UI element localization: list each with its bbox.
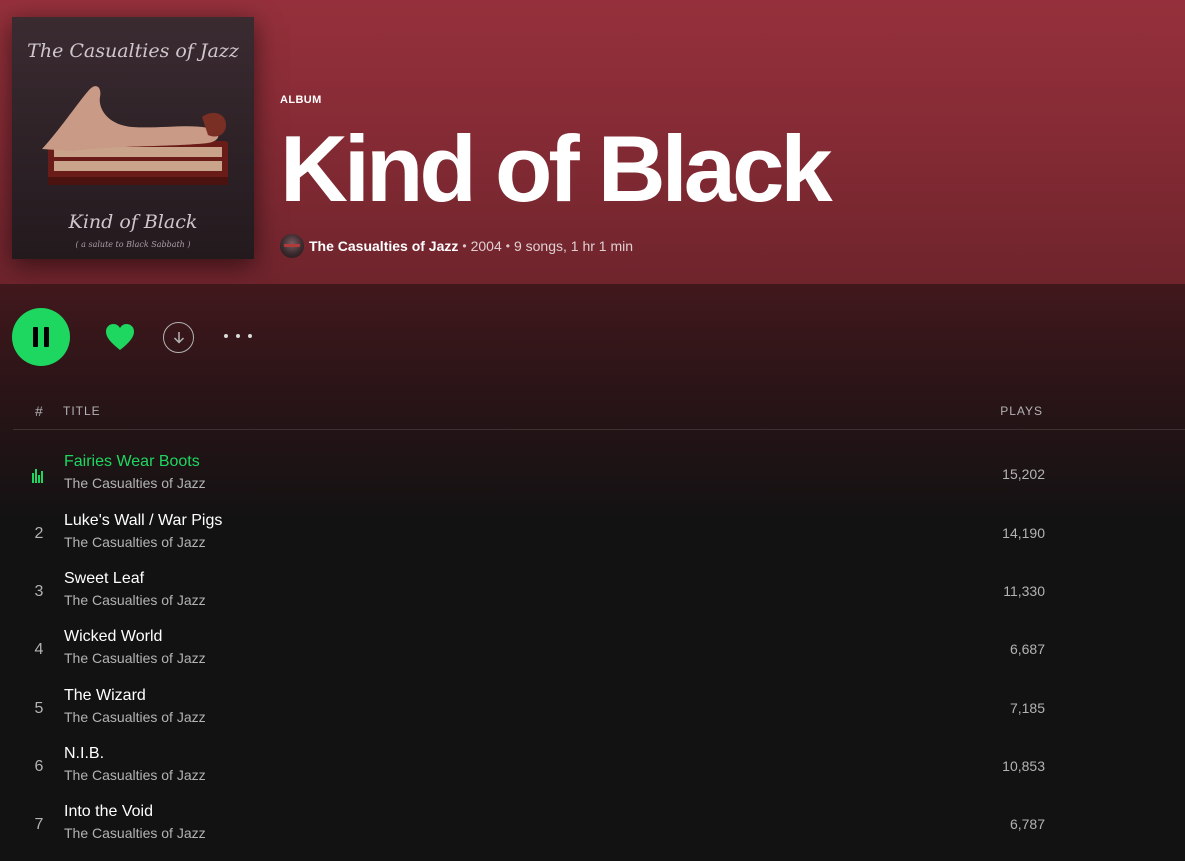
track-number: 6 (34, 758, 44, 775)
track-number: 7 (34, 816, 44, 833)
album-cover[interactable]: The Casualties of Jazz Kind of Black ( a… (12, 17, 254, 259)
track-row[interactable]: 5 The Wizard The Casualties of Jazz 7,18… (13, 682, 1185, 738)
download-button[interactable] (163, 322, 194, 353)
track-row[interactable]: 2 Luke's Wall / War Pigs The Casualties … (13, 507, 1185, 563)
track-plays: 7,185 (1009, 700, 1045, 716)
track-title[interactable]: Wicked World (64, 628, 162, 646)
like-button[interactable] (104, 322, 136, 352)
svg-text:The Casualties of Jazz: The Casualties of Jazz (27, 40, 240, 62)
track-number: 5 (34, 700, 44, 717)
heart-filled-icon (106, 324, 134, 350)
separator-dot: • (505, 239, 510, 253)
album-page: The Casualties of Jazz Kind of Black ( a… (0, 0, 1185, 861)
track-number: 2 (34, 525, 44, 542)
artist-link[interactable]: The Casualties of Jazz (309, 238, 458, 254)
track-artist[interactable]: The Casualties of Jazz (64, 825, 206, 841)
track-row[interactable]: Fairies Wear Boots The Casualties of Jaz… (13, 448, 1185, 504)
more-options-button[interactable] (222, 325, 254, 347)
column-plays-header[interactable]: PLAYS (1000, 404, 1043, 418)
pause-icon-bar (44, 327, 49, 347)
track-artist[interactable]: The Casualties of Jazz (64, 709, 206, 725)
more-options-dot (248, 334, 252, 338)
track-number: 4 (34, 641, 44, 658)
album-meta: ALBUM Kind of Black The Casualties of Ja… (280, 94, 833, 258)
release-year: 2004 (470, 238, 502, 254)
download-icon (173, 331, 184, 344)
column-title-header[interactable]: TITLE (63, 404, 101, 418)
track-artist[interactable]: The Casualties of Jazz (64, 534, 206, 550)
album-title: Kind of Black (280, 116, 833, 221)
album-type-label: ALBUM (280, 94, 322, 106)
track-title[interactable]: The Wizard (64, 687, 146, 705)
album-byline: The Casualties of Jazz • 2004 • 9 songs,… (280, 234, 633, 258)
now-playing-equalizer-icon (32, 469, 46, 483)
album-cover-art: The Casualties of Jazz Kind of Black ( a… (12, 17, 254, 259)
track-title[interactable]: Into the Void (64, 803, 153, 821)
pause-button[interactable] (12, 308, 70, 366)
track-plays: 6,787 (1009, 816, 1045, 832)
column-number-header: # (35, 403, 43, 419)
track-plays: 11,330 (1003, 583, 1045, 599)
svg-text:( a salute to Black Sabbath ): ( a salute to Black Sabbath ) (76, 240, 191, 249)
tracklist-header: # TITLE PLAYS (13, 400, 1185, 430)
track-plays: 14,190 (1002, 525, 1045, 541)
separator-dot: • (462, 239, 467, 253)
track-number: 3 (34, 583, 44, 600)
album-summary: 9 songs, 1 hr 1 min (513, 238, 634, 254)
track-row[interactable]: 3 Sweet Leaf The Casualties of Jazz 11,3… (13, 565, 1185, 621)
track-plays: 10,853 (1002, 758, 1045, 774)
track-artist[interactable]: The Casualties of Jazz (64, 592, 206, 608)
track-artist[interactable]: The Casualties of Jazz (64, 650, 206, 666)
artist-avatar[interactable] (280, 234, 304, 258)
track-plays: 15,202 (1002, 466, 1045, 482)
more-options-icon (224, 334, 228, 338)
pause-icon (33, 327, 38, 347)
track-artist[interactable]: The Casualties of Jazz (64, 475, 206, 491)
svg-text:Kind of Black: Kind of Black (68, 211, 198, 233)
track-title[interactable]: Fairies Wear Boots (64, 453, 200, 471)
track-title[interactable]: N.I.B. (64, 745, 104, 763)
track-plays: 6,687 (1009, 641, 1045, 657)
track-row[interactable]: 6 N.I.B. The Casualties of Jazz 10,853 (13, 740, 1185, 796)
track-artist[interactable]: The Casualties of Jazz (64, 767, 206, 783)
track-title[interactable]: Sweet Leaf (64, 570, 144, 588)
track-row[interactable]: 7 Into the Void The Casualties of Jazz 6… (13, 798, 1185, 854)
more-options-dot (236, 334, 240, 338)
track-title[interactable]: Luke's Wall / War Pigs (64, 512, 222, 530)
track-row[interactable]: 4 Wicked World The Casualties of Jazz 6,… (13, 623, 1185, 679)
album-header: The Casualties of Jazz Kind of Black ( a… (0, 0, 1185, 284)
